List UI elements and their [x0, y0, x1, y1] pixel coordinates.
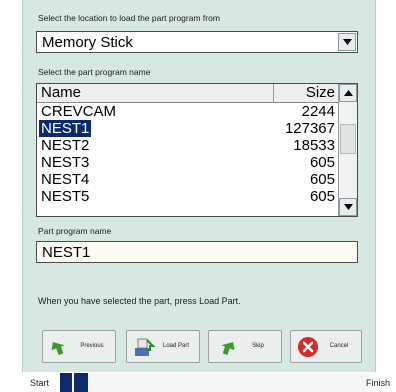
load-part-label: Load Part [162, 343, 190, 349]
progress-fill [60, 373, 88, 392]
instruction-text: When you have selected the part, press L… [38, 296, 241, 306]
list-item[interactable]: CREVCAM 2244 [37, 103, 339, 120]
column-header-size[interactable]: Size [306, 84, 335, 101]
previous-button[interactable]: Previous [42, 330, 116, 363]
list-scrollbar[interactable] [338, 84, 357, 216]
progress-segment-gap [72, 373, 74, 392]
list-item-size: 2244 [301, 103, 335, 120]
list-item-name: NEST5 [41, 188, 90, 205]
button-bar: Previous Load Part Skip Cancel [36, 330, 362, 364]
column-header-name[interactable]: Name [41, 84, 81, 101]
chevron-down-icon [344, 204, 353, 210]
list-label: Select the part program name [38, 67, 151, 77]
back-arrow-icon [51, 342, 65, 355]
load-part-icon [135, 338, 155, 356]
list-item-size: 127367 [284, 120, 335, 137]
location-label: Select the location to load the part pro… [38, 13, 220, 23]
scrollbar-thumb[interactable] [340, 124, 356, 154]
cancel-button[interactable]: Cancel [290, 330, 362, 363]
cancel-label: Cancel [329, 343, 349, 349]
previous-label: Previous [80, 343, 104, 349]
chevron-down-icon [343, 39, 352, 45]
list-item-name: NEST4 [41, 171, 90, 188]
list-item[interactable]: NEST2 18533 [37, 137, 339, 154]
scroll-up-button[interactable] [339, 84, 357, 102]
list-item-size: 605 [309, 171, 335, 188]
list-item-name: CREVCAM [41, 103, 117, 120]
skip-label: Skip [252, 343, 264, 349]
program-name-field[interactable]: NEST1 [36, 241, 358, 263]
list-item[interactable]: NEST5 605 [37, 188, 339, 205]
progress-start-label: Start [30, 378, 50, 388]
list-item-size: 605 [309, 154, 335, 171]
load-part-button[interactable]: Load Part [126, 330, 200, 363]
column-divider[interactable] [273, 84, 274, 102]
list-item-size: 18533 [293, 137, 335, 154]
dropdown-button[interactable] [338, 33, 356, 51]
list-item[interactable]: NEST3 605 [37, 154, 339, 171]
program-name-label: Part program name [38, 226, 112, 236]
close-icon [298, 337, 318, 357]
list-header: Name Size [37, 84, 339, 103]
location-dropdown[interactable]: Memory Stick [36, 31, 358, 53]
list-item[interactable]: NEST4 605 [37, 171, 339, 188]
forward-arrow-icon [221, 342, 235, 355]
scroll-down-button[interactable] [339, 198, 357, 216]
list-rows: CREVCAM 2244 NEST1 127367 NEST2 18533 NEST3… [37, 103, 339, 205]
list-item-name: NEST2 [41, 137, 90, 154]
list-item-name: NEST3 [41, 154, 90, 171]
skip-button[interactable]: Skip [208, 330, 282, 363]
progress-bar [60, 373, 368, 392]
chevron-up-icon [344, 90, 353, 96]
list-item-size: 605 [309, 188, 335, 205]
part-program-list[interactable]: Name Size CREVCAM 2244 NEST1 127367 NEST2 1… [36, 83, 358, 217]
progress-finish-label: Finish [366, 378, 391, 388]
location-dropdown-value: Memory Stick [42, 34, 133, 51]
list-item-selected[interactable]: NEST1 127367 [37, 120, 339, 137]
program-name-value: NEST1 [42, 244, 91, 261]
list-item-name: NEST1 [39, 120, 92, 137]
